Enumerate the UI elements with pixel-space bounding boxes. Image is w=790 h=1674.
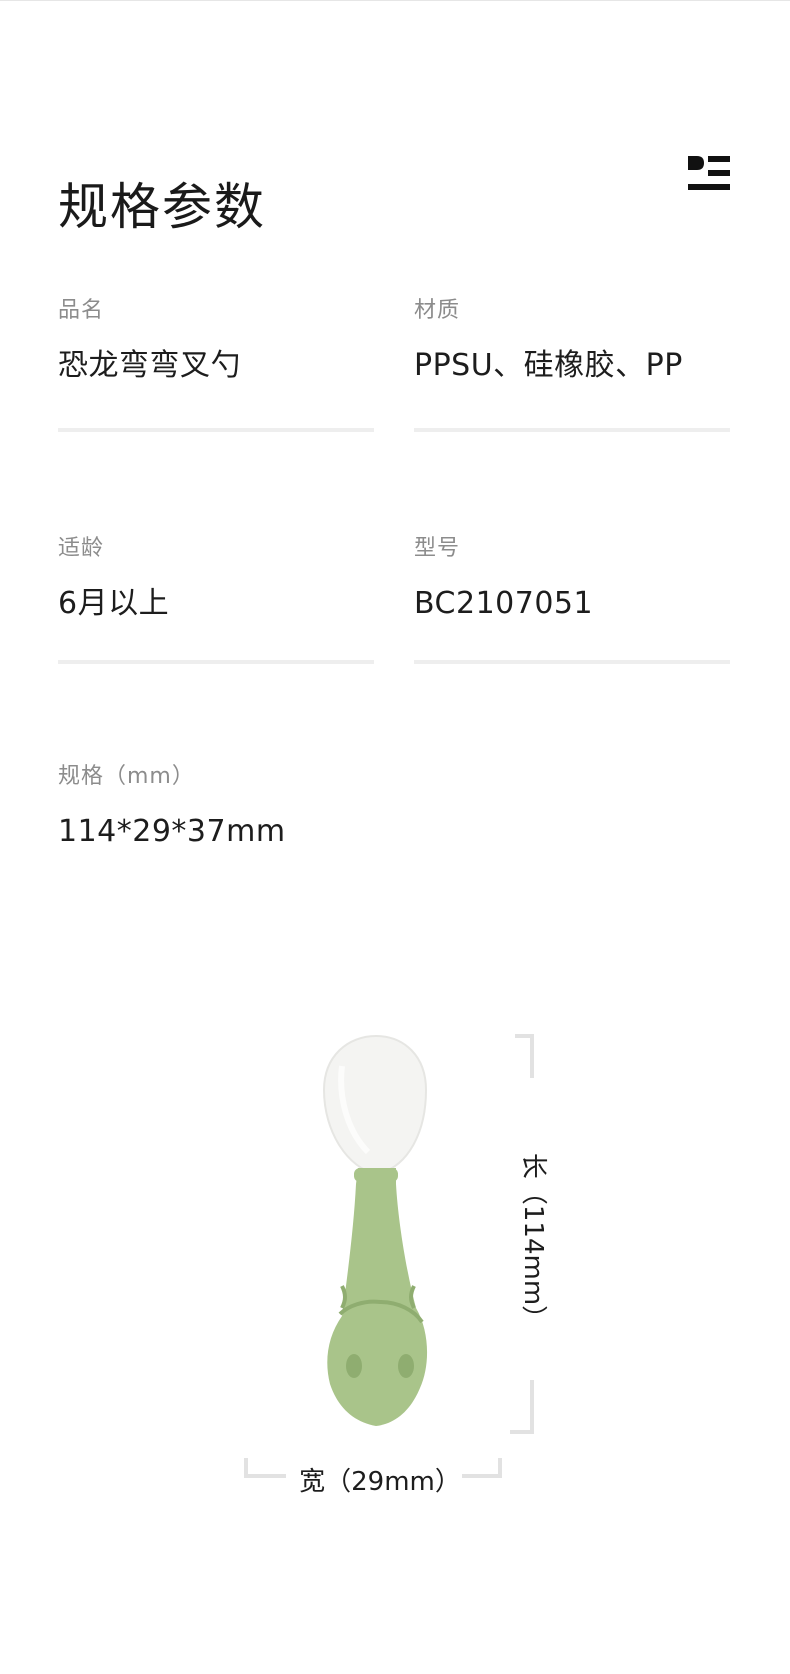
- spec-size: 规格（mm） 114*29*37mm: [58, 762, 286, 852]
- spec-model: 型号 BC2107051: [414, 534, 593, 624]
- divider: [414, 660, 730, 664]
- spec-name-label: 品名: [58, 298, 105, 323]
- spoon-icon: [322, 1034, 428, 1426]
- spec-model-value: BC2107051: [414, 586, 594, 621]
- spec-name-value: 恐龙弯弯叉勺: [58, 348, 241, 383]
- spec-size-label: 规格（mm）: [58, 764, 195, 789]
- spec-age-value: 6月以上: [58, 586, 170, 621]
- spec-name: 品名 恐龙弯弯叉勺: [58, 296, 241, 386]
- width-label: 宽（29mm）: [299, 1467, 461, 1497]
- spec-model-label: 型号: [414, 536, 461, 561]
- spec-material-value: PPSU、硅橡胶、PP: [414, 348, 683, 383]
- divider: [414, 428, 730, 432]
- product-illustration: [244, 1034, 534, 1478]
- spec-age-label: 适龄: [58, 536, 105, 561]
- spec-material: 材质 PPSU、硅橡胶、PP: [414, 296, 683, 386]
- divider: [58, 428, 374, 432]
- spec-material-label: 材质: [414, 298, 461, 323]
- divider: [58, 660, 374, 664]
- brand-logo-icon: [688, 156, 730, 190]
- top-divider: [0, 0, 790, 1]
- spec-size-value: 114*29*37mm: [58, 814, 286, 849]
- page-title: 规格参数: [58, 177, 266, 236]
- spec-age: 适龄 6月以上: [58, 534, 169, 624]
